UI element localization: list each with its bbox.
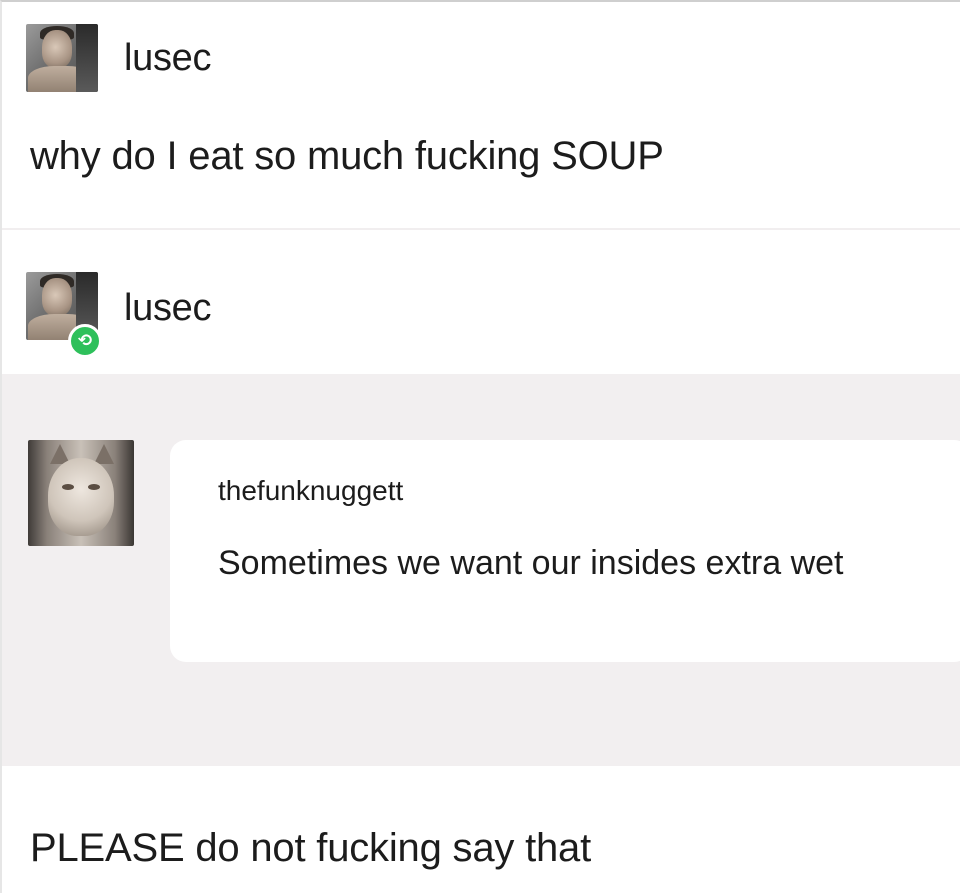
- reblog-comment-text: PLEASE do not fucking say that: [30, 826, 592, 870]
- user-avatar[interactable]: [26, 24, 98, 92]
- reblogger-username[interactable]: lusec: [124, 286, 212, 330]
- cat-avatar-icon[interactable]: [28, 440, 134, 546]
- post-body-text: why do I eat so much fucking SOUP: [30, 134, 664, 178]
- tumblr-post-thread: lusec why do I eat so much fucking SOUP …: [0, 0, 960, 893]
- quoted-reply-card: thefunknuggett Sometimes we want our ins…: [170, 440, 960, 662]
- post-divider: [2, 228, 960, 230]
- reblog-icon: ⟲: [68, 324, 102, 358]
- post-username[interactable]: lusec: [124, 36, 212, 80]
- quoted-reply-text: Sometimes we want our insides extra wet: [218, 544, 844, 582]
- quoted-username[interactable]: thefunknuggett: [218, 474, 403, 508]
